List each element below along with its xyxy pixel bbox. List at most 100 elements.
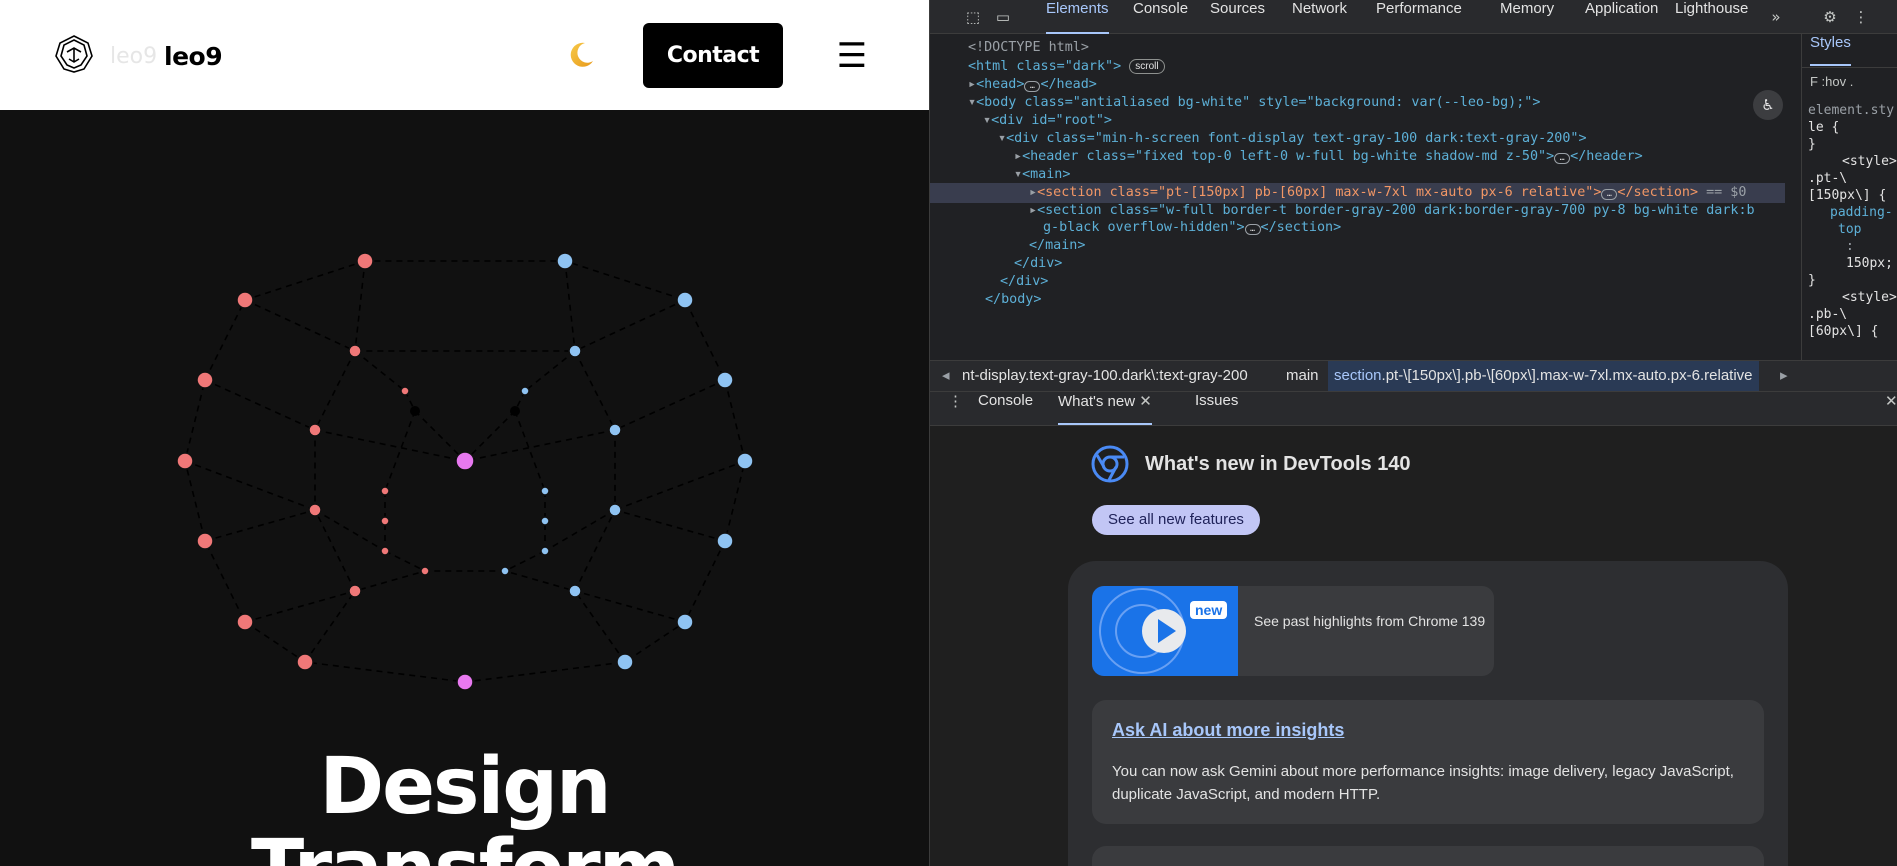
device-toolbar-icon[interactable]: ▭ bbox=[994, 8, 1012, 26]
header-close-tag: </header> bbox=[1570, 149, 1643, 164]
expand-triangle-icon[interactable]: ▸ bbox=[1014, 149, 1022, 164]
breadcrumb-right-arrow-icon[interactable]: ▸ bbox=[1780, 361, 1788, 391]
video-highlight[interactable]: new See past highlights from Chrome 139 bbox=[1092, 586, 1494, 676]
graph-node bbox=[568, 344, 582, 358]
style-line: } bbox=[1808, 137, 1816, 152]
graph-nodes bbox=[176, 252, 754, 691]
accessibility-tree-icon[interactable]: ♿ bbox=[1753, 90, 1783, 120]
expand-triangle-icon[interactable]: ▸ bbox=[968, 77, 976, 92]
expand-triangle-icon[interactable]: ▸ bbox=[1029, 185, 1037, 200]
ellipsis-badge[interactable]: … bbox=[1024, 81, 1041, 92]
minh-open-tag: <div class="min-h-screen font-display te… bbox=[1006, 131, 1587, 146]
tab-console[interactable]: Console bbox=[1133, 0, 1188, 34]
ellipsis-badge[interactable]: … bbox=[1601, 189, 1618, 200]
dom-node[interactable]: </div> bbox=[930, 254, 1785, 274]
close-drawer-icon[interactable]: ✕ bbox=[1885, 392, 1897, 425]
style-line: <style> bbox=[1842, 154, 1897, 169]
drawer-tab-issues[interactable]: Issues bbox=[1195, 392, 1238, 425]
moon-icon[interactable] bbox=[566, 40, 596, 70]
whats-new-title: What's new in DevTools 140 bbox=[1145, 453, 1411, 475]
feature-item bbox=[1092, 846, 1764, 866]
style-line: <style> bbox=[1842, 290, 1897, 305]
tab-memory[interactable]: Memory bbox=[1500, 0, 1554, 34]
main-close-tag: </main> bbox=[1029, 238, 1086, 253]
drawer-tab-whats-new[interactable]: What's new ✕ bbox=[1058, 392, 1152, 425]
style-line: top bbox=[1838, 222, 1862, 237]
network-graph bbox=[176, 252, 754, 691]
section2-close-tag: </section> bbox=[1260, 220, 1342, 235]
collapse-triangle-icon[interactable]: ▾ bbox=[968, 95, 976, 110]
tab-styles[interactable]: Styles bbox=[1810, 34, 1851, 66]
feature-link[interactable]: Ask AI about more insights bbox=[1112, 720, 1344, 741]
main-open-tag: <main> bbox=[1022, 167, 1071, 182]
dom-node[interactable]: ▾<div id="root"> bbox=[930, 111, 1785, 131]
tab-network[interactable]: Network bbox=[1292, 0, 1347, 34]
style-line: } bbox=[1808, 273, 1816, 288]
scroll-badge[interactable]: scroll bbox=[1129, 59, 1165, 74]
dom-node[interactable]: </div> bbox=[930, 272, 1785, 292]
header-tag: <header class="fixed top-0 left-0 w-full… bbox=[1022, 149, 1555, 164]
head-close-tag: </head> bbox=[1040, 77, 1097, 92]
graph-node bbox=[500, 566, 510, 576]
style-line: 150px; bbox=[1846, 256, 1893, 271]
drawer-tab-console[interactable]: Console bbox=[978, 392, 1033, 425]
dom-node[interactable]: </body> bbox=[930, 290, 1785, 310]
ellipsis-badge[interactable]: … bbox=[1554, 153, 1571, 164]
collapse-triangle-icon[interactable]: ▾ bbox=[998, 131, 1006, 146]
see-all-features-button[interactable]: See all new features bbox=[1092, 505, 1260, 535]
graph-junction bbox=[510, 406, 520, 416]
tab-performance[interactable]: Performance bbox=[1376, 0, 1462, 34]
graph-node bbox=[196, 371, 214, 389]
graph-node bbox=[736, 452, 754, 470]
video-thumbnail[interactable]: new bbox=[1092, 586, 1238, 676]
lion-logo-icon[interactable] bbox=[54, 34, 94, 74]
breadcrumb-left-arrow-icon[interactable]: ◂ bbox=[942, 361, 950, 391]
dom-node[interactable]: <html class="dark"> scroll bbox=[930, 57, 1785, 77]
dom-node[interactable]: ▸<head>… </head> bbox=[930, 75, 1785, 95]
dom-node[interactable]: g-black overflow-hidden">… </section> bbox=[930, 218, 1785, 238]
style-line: [150px\] { bbox=[1808, 188, 1887, 203]
graph-junction bbox=[410, 406, 420, 416]
dom-node[interactable]: </main> bbox=[930, 236, 1785, 256]
hamburger-menu-icon[interactable]: ☰ bbox=[834, 36, 870, 76]
dom-node[interactable]: ▾<main> bbox=[930, 165, 1785, 185]
logo-text[interactable]: leo9 bbox=[164, 42, 223, 71]
breadcrumb-item[interactable]: nt-display.text-gray-100.dark\:text-gray… bbox=[962, 361, 1248, 391]
dom-node[interactable]: ▾<body class="antialiased bg-white" styl… bbox=[930, 93, 1785, 113]
tab-elements[interactable]: Elements bbox=[1036, 0, 1118, 34]
dom-node[interactable]: <!DOCTYPE html> bbox=[930, 38, 1785, 58]
close-tab-icon[interactable]: ✕ bbox=[1139, 393, 1152, 410]
collapse-triangle-icon[interactable]: ▾ bbox=[1014, 167, 1022, 182]
collapse-triangle-icon[interactable]: ▾ bbox=[983, 113, 991, 128]
hero-heading: Design Transform bbox=[0, 748, 929, 866]
ellipsis-badge[interactable]: … bbox=[1244, 224, 1261, 235]
body-close-tag: </body> bbox=[985, 292, 1042, 307]
styles-filter[interactable]: F :hov . bbox=[1810, 74, 1853, 89]
tab-lighthouse[interactable]: Lighthouse bbox=[1675, 0, 1748, 34]
breadcrumb-item-main[interactable]: main bbox=[1286, 361, 1319, 391]
dom-node[interactable]: ▸<header class="fixed top-0 left-0 w-ful… bbox=[930, 147, 1785, 167]
graph-node bbox=[176, 452, 194, 470]
contact-button[interactable]: Contact bbox=[643, 23, 783, 88]
expand-triangle-icon[interactable]: ▸ bbox=[1029, 203, 1037, 218]
whats-new-panel: What's new in DevTools 140 See all new f… bbox=[930, 426, 1897, 866]
style-line: .pb-\ bbox=[1808, 307, 1848, 322]
inspect-element-icon[interactable]: ⬚ bbox=[964, 8, 982, 26]
breadcrumb-item-selected[interactable]: section.pt-\[150px\].pb-\[60px\].max-w-7… bbox=[1328, 361, 1759, 391]
tab-application[interactable]: Application bbox=[1585, 0, 1658, 34]
graph-node bbox=[348, 584, 362, 598]
dom-node-selected[interactable]: ▸<section class="pt-[150px] pb-[60px] ma… bbox=[930, 183, 1785, 203]
doctype-text: <!DOCTYPE html> bbox=[968, 40, 1089, 55]
website-viewport: leo9 leo9 Contact ☰ Design bbox=[0, 0, 929, 866]
div-close-tag: </div> bbox=[1014, 256, 1063, 271]
dom-node[interactable]: ▾<div class="min-h-screen font-display t… bbox=[930, 129, 1785, 149]
graph-node bbox=[296, 653, 314, 671]
more-options-icon[interactable]: ⋮ bbox=[1852, 8, 1870, 26]
graph-node bbox=[308, 503, 322, 517]
styles-pane: Styles F :hov . element.sty le { } <styl… bbox=[1801, 34, 1897, 360]
hero-line-2: Transform bbox=[0, 830, 929, 866]
tab-sources[interactable]: Sources bbox=[1210, 0, 1265, 34]
settings-gear-icon[interactable]: ⚙ bbox=[1821, 8, 1839, 26]
drawer-menu-icon[interactable]: ⋮ bbox=[948, 392, 963, 425]
more-tabs-icon[interactable]: » bbox=[1767, 8, 1785, 26]
